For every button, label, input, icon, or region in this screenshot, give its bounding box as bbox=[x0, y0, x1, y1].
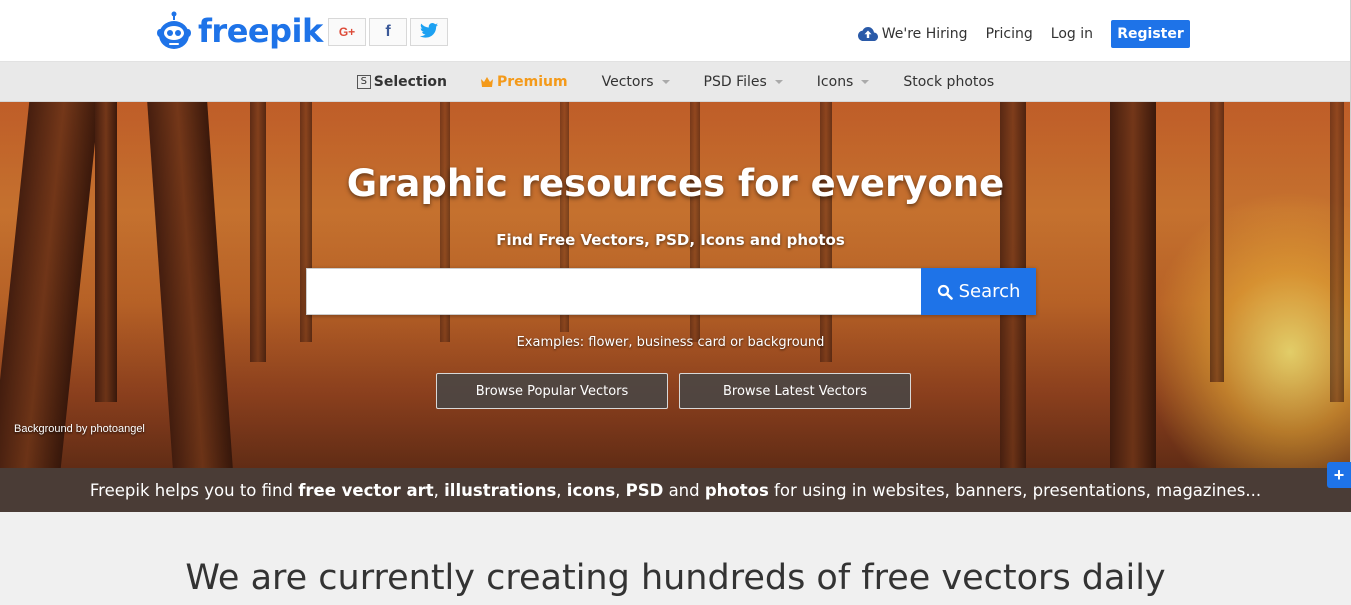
login-link[interactable]: Log in bbox=[1051, 26, 1093, 42]
category-icons[interactable]: Icons bbox=[817, 74, 870, 90]
pricing-link[interactable]: Pricing bbox=[986, 26, 1033, 42]
search-examples: Examples: flower, business card or backg… bbox=[516, 335, 825, 350]
top-header: freepik G+ f We're Hiring Pricing Log in… bbox=[0, 0, 1351, 62]
freepik-mascot-icon bbox=[156, 11, 192, 51]
hiring-label: We're Hiring bbox=[881, 26, 968, 42]
strip-text: Freepik helps you to find free vector ar… bbox=[89, 480, 1262, 500]
category-selection[interactable]: S Selection bbox=[356, 73, 447, 90]
chevron-down-icon bbox=[661, 79, 670, 84]
category-premium-label: Premium bbox=[497, 73, 568, 90]
google-plus-icon: G+ bbox=[338, 25, 356, 39]
browse-latest-button[interactable]: Browse Latest Vectors bbox=[679, 373, 911, 409]
logo-text: freepik bbox=[198, 12, 323, 50]
info-strip: Freepik helps you to find free vector ar… bbox=[0, 468, 1351, 512]
facebook-icon: f bbox=[385, 23, 391, 40]
top-nav: We're Hiring Pricing Log in Register bbox=[840, 20, 1190, 48]
chevron-down-icon bbox=[861, 79, 870, 84]
cloud-upload-icon bbox=[857, 27, 878, 41]
search-button[interactable]: Search bbox=[921, 268, 1036, 315]
category-premium[interactable]: Premium bbox=[481, 74, 568, 90]
hiring-link[interactable]: We're Hiring bbox=[857, 26, 968, 42]
category-psd-label: PSD Files bbox=[703, 73, 767, 90]
category-psd[interactable]: PSD Files bbox=[704, 74, 783, 90]
freepik-logo[interactable]: freepik bbox=[156, 10, 323, 52]
hero-section: Graphic resources for everyone Find Free… bbox=[0, 102, 1351, 468]
category-vectors[interactable]: Vectors bbox=[602, 74, 670, 90]
search-input[interactable] bbox=[306, 268, 921, 315]
chevron-down-icon bbox=[774, 79, 783, 84]
search-bar: Search bbox=[306, 268, 1036, 315]
social-buttons: G+ f bbox=[328, 18, 451, 46]
facebook-button[interactable]: f bbox=[369, 18, 407, 46]
category-icons-label: Icons bbox=[816, 73, 854, 90]
google-plus-button[interactable]: G+ bbox=[328, 18, 366, 46]
selection-icon: S bbox=[356, 74, 371, 89]
plus-icon[interactable]: + bbox=[1327, 462, 1351, 488]
register-button[interactable]: Register bbox=[1111, 20, 1190, 48]
background-credit[interactable]: Background by photoangel bbox=[14, 423, 145, 435]
category-vectors-label: Vectors bbox=[601, 73, 654, 90]
section-heading: We are currently creating hundreds of fr… bbox=[185, 558, 1166, 598]
search-button-label: Search bbox=[958, 281, 1021, 302]
hero-title: Graphic resources for everyone bbox=[346, 162, 1005, 205]
category-nav: S Selection Premium Vectors PSD Files Ic… bbox=[0, 62, 1351, 102]
twitter-icon bbox=[420, 23, 438, 41]
category-selection-label: Selection bbox=[373, 73, 447, 90]
browse-popular-button[interactable]: Browse Popular Vectors bbox=[436, 373, 668, 409]
crown-icon bbox=[481, 76, 493, 87]
twitter-button[interactable] bbox=[410, 18, 448, 46]
hero-subtitle: Find Free Vectors, PSD, Icons and photos bbox=[496, 231, 845, 249]
search-icon bbox=[937, 284, 953, 300]
category-stock-photos[interactable]: Stock photos bbox=[903, 74, 994, 90]
